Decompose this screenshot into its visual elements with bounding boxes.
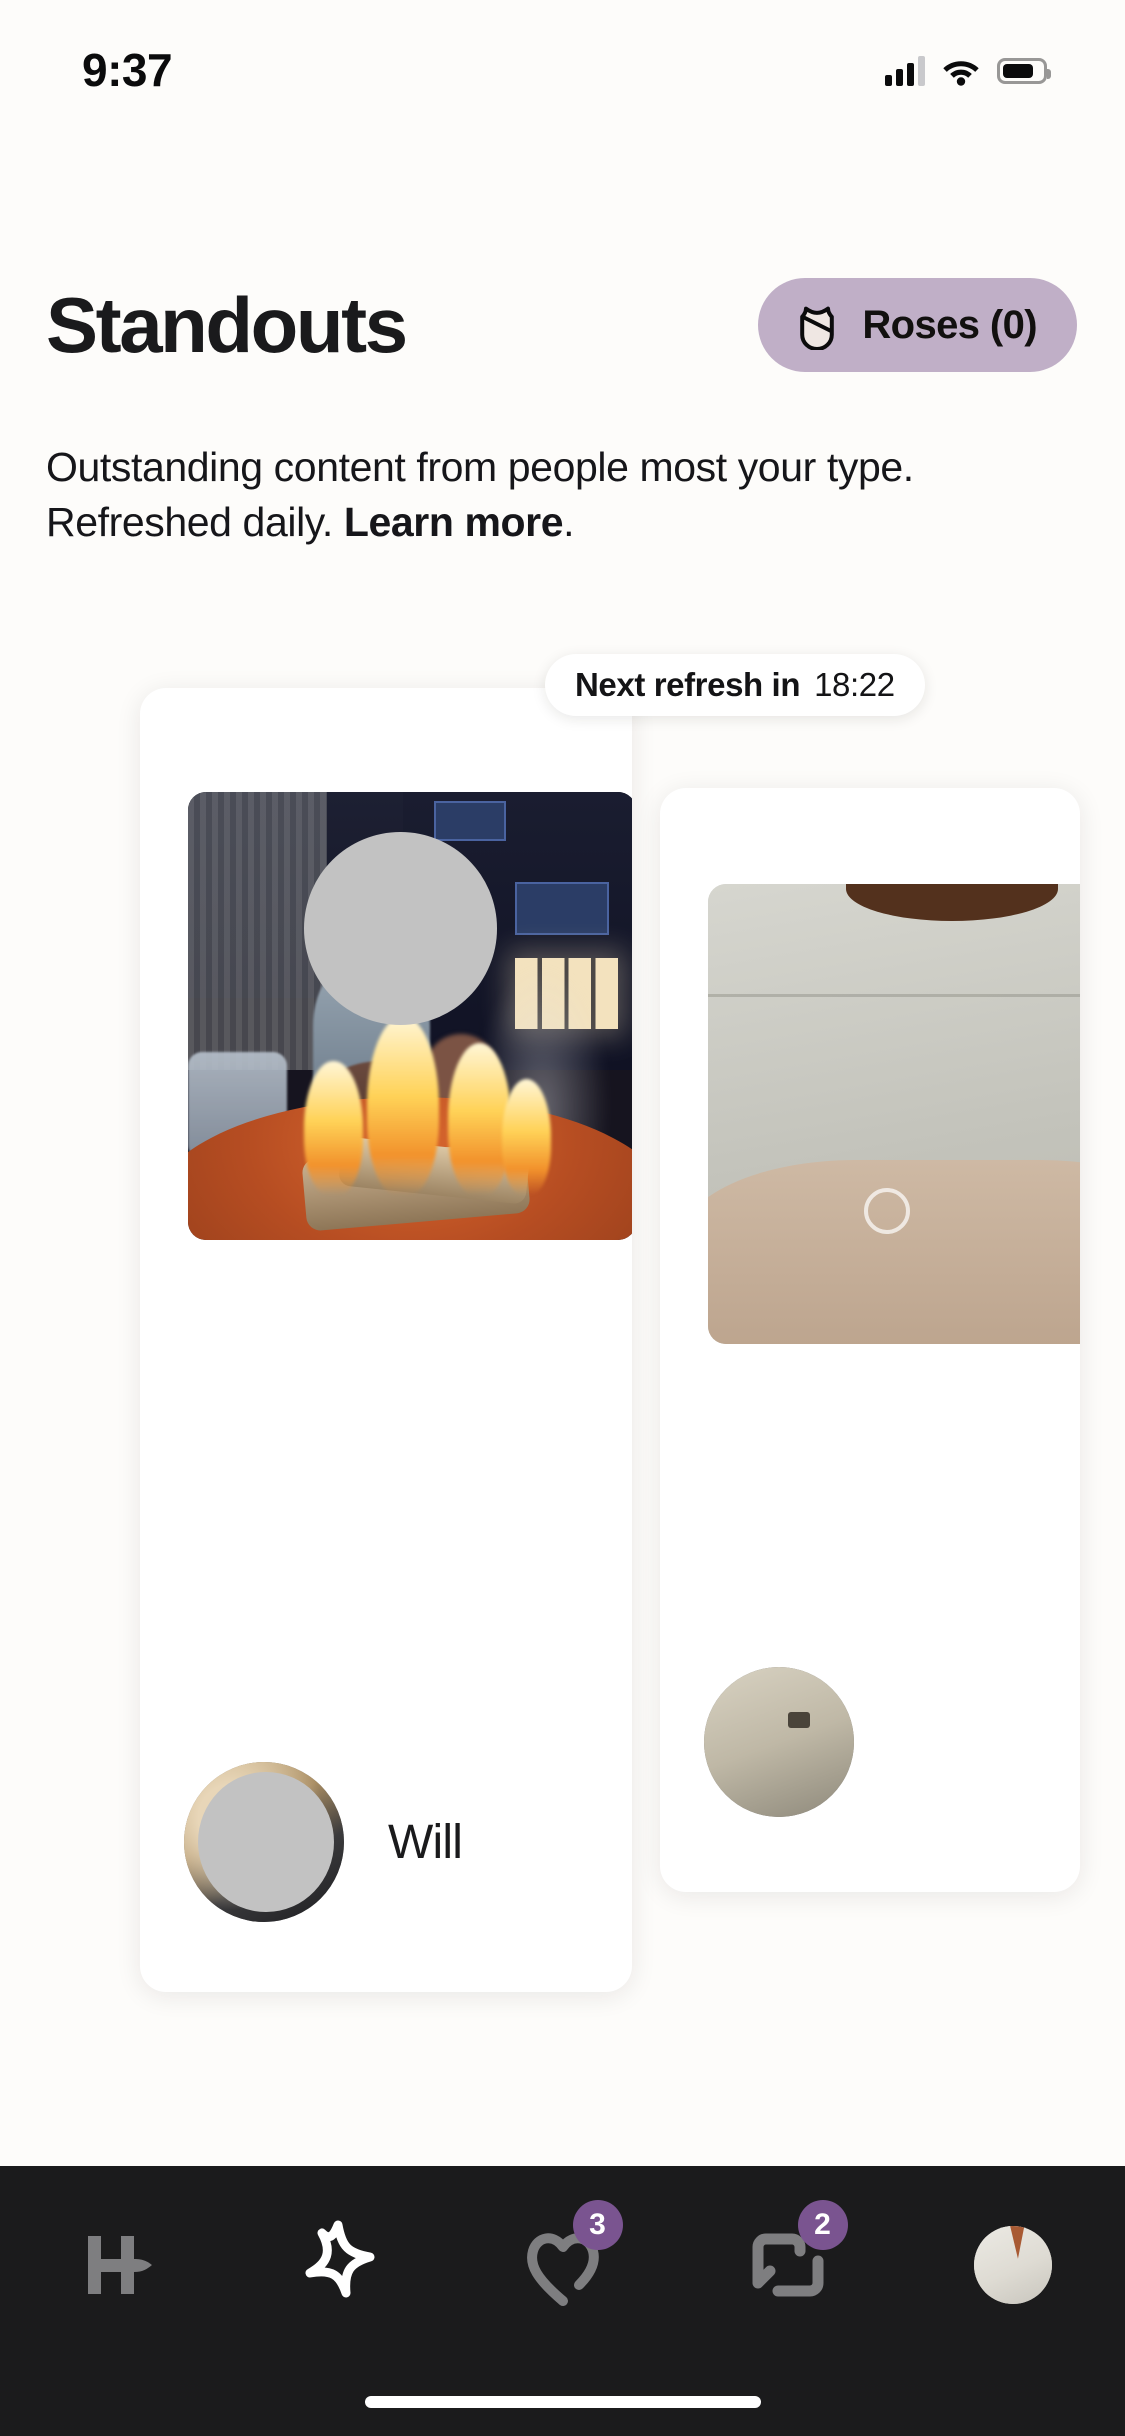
standout-card-next[interactable] (660, 788, 1080, 1892)
cellular-signal-icon (885, 56, 925, 86)
home-indicator (364, 2396, 761, 2408)
rose-icon (800, 306, 835, 350)
card-footer (660, 1592, 1080, 1892)
standouts-card-carousel[interactable]: Will (0, 680, 1125, 2160)
roses-button-label: Roses (0) (862, 302, 1037, 347)
photo-artwork (188, 792, 632, 1240)
face-redaction-overlay (304, 832, 498, 1025)
nav-item-likes[interactable]: 3 (450, 2166, 675, 2364)
next-refresh-timer: 18:22 (814, 666, 895, 703)
next-refresh-label: Next refresh in (575, 666, 801, 703)
card-footer: Will (140, 1692, 632, 1992)
hinge-logo-icon (87, 2236, 152, 2294)
profile-avatar-icon (973, 2226, 1052, 2304)
header: Standouts Roses (0) (0, 278, 1125, 372)
status-bar: 9:37 (0, 0, 1125, 130)
photo-artwork (708, 884, 1080, 1344)
star-icon (305, 2220, 374, 2298)
card-photo (188, 792, 632, 1240)
avatar-redaction-overlay (198, 1771, 335, 1913)
page-title: Standouts (46, 281, 408, 369)
nav-item-standouts[interactable] (225, 2166, 450, 2364)
avatar (184, 1762, 344, 1922)
subtitle-text-after: . (563, 498, 575, 545)
page-subtitle: Outstanding content from people most you… (46, 440, 1046, 549)
nav-item-profile[interactable] (900, 2166, 1125, 2364)
matches-badge: 2 (797, 2200, 848, 2250)
bottom-nav-items: 3 2 (0, 2166, 1125, 2364)
status-bar-time: 9:37 (82, 44, 173, 96)
app-screen: 9:37 Standouts Roses (0) Outstanding con… (0, 0, 1125, 2436)
roses-button[interactable]: Roses (0) (758, 278, 1077, 372)
likes-badge: 3 (572, 2200, 623, 2250)
standout-card-main[interactable]: Will (140, 688, 632, 1992)
card-photo (708, 884, 1080, 1344)
battery-icon (997, 58, 1051, 84)
card-name: Will (388, 1815, 463, 1869)
avatar (704, 1667, 854, 1817)
learn-more-link[interactable]: Learn more (344, 499, 564, 545)
next-refresh-badge: Next refresh in 18:22 (545, 654, 925, 716)
bottom-navigation-bar: 3 2 (0, 2166, 1125, 2436)
nav-item-discover[interactable] (0, 2166, 225, 2364)
nav-item-matches[interactable]: 2 (675, 2166, 900, 2364)
wifi-icon (943, 60, 979, 86)
status-bar-icons (885, 44, 1051, 86)
